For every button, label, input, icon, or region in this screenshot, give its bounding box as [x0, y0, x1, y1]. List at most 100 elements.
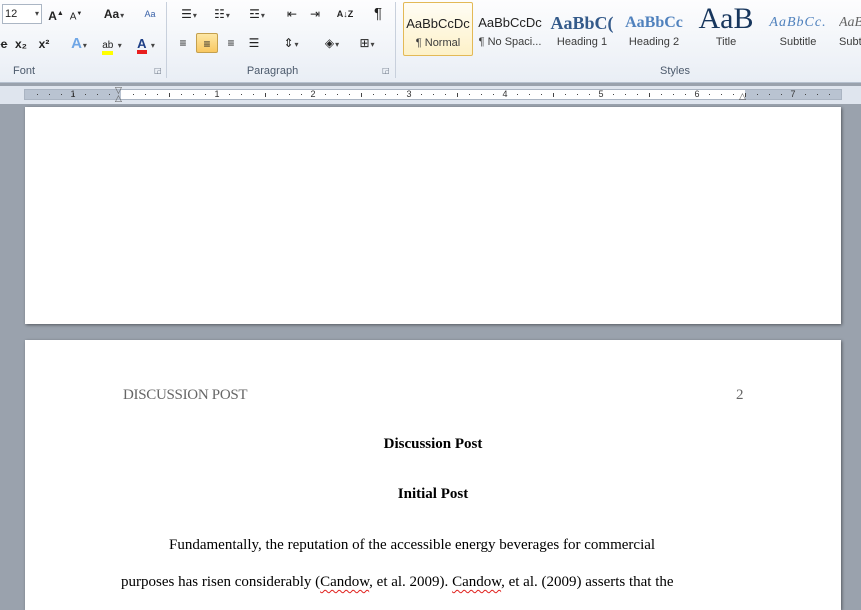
ruler-dot	[637, 94, 638, 95]
text-effects-button[interactable]: A	[66, 34, 92, 54]
highlight-icon: ab	[102, 40, 114, 55]
highlight-button[interactable]: ab	[97, 34, 127, 55]
ruler-strip: 1 1 2 3 4 5 6 7	[24, 89, 842, 100]
font-color-button[interactable]: A	[131, 34, 161, 54]
ruler-number: 1	[214, 89, 220, 99]
style-name: Heading 1	[556, 36, 608, 48]
group-divider	[166, 2, 167, 78]
decrease-indent-icon: ⇤	[286, 7, 298, 21]
borders-button[interactable]: ⊞	[352, 33, 382, 53]
paragraph-dialog-launcher-icon[interactable]: ◲	[382, 67, 390, 75]
style-name: Subtle	[839, 36, 861, 48]
change-case-icon: Aa	[103, 7, 120, 21]
shrink-font-button[interactable]: A▼	[68, 4, 84, 24]
ruler-tick	[649, 93, 650, 97]
align-right-button[interactable]: ≡	[221, 33, 241, 53]
ruler-dot	[529, 94, 530, 95]
strikethrough-button[interactable]: e	[0, 34, 10, 54]
justify-icon: ☰	[248, 36, 260, 50]
font-size-box[interactable]: 12 ▾	[2, 4, 42, 24]
ruler-dot	[445, 94, 446, 95]
style-normal[interactable]: AaBbCcDc ¶ Normal	[403, 2, 473, 56]
style-sample: AaBbCc.	[769, 15, 827, 30]
ruler-dot	[301, 94, 302, 95]
ruler-dot	[97, 94, 98, 95]
ruler-dot	[817, 94, 818, 95]
sort-button[interactable]: A↓Z	[334, 4, 356, 24]
ruler-number: 4	[502, 89, 508, 99]
hanging-indent-marker-icon[interactable]: △	[115, 94, 122, 103]
increase-indent-icon: ⇥	[309, 7, 321, 21]
ruler-dot	[481, 94, 482, 95]
superscript-button[interactable]: x²	[35, 34, 53, 54]
ruler-dot	[337, 94, 338, 95]
line-spacing-button[interactable]: ⇕	[277, 33, 305, 53]
ruler-dot	[661, 94, 662, 95]
ruler-dot	[541, 94, 542, 95]
style-subtle-emphasis[interactable]: AaB Subtle	[835, 2, 861, 56]
style-title[interactable]: AaB Title	[691, 2, 761, 56]
style-subtitle[interactable]: AaBbCc. Subtitle	[763, 2, 833, 56]
grow-font-icon: A	[48, 9, 57, 23]
ruler-dot	[433, 94, 434, 95]
spelling-error[interactable]: Candow	[452, 574, 501, 590]
style-name: Heading 2	[628, 36, 680, 48]
superscript-icon: x²	[38, 37, 50, 51]
subscript-button[interactable]: x₂	[12, 34, 30, 54]
paragraph-group-label: Paragraph	[246, 65, 299, 77]
bullets-button[interactable]: ☰	[175, 4, 203, 24]
multilevel-list-button[interactable]: ☲	[243, 4, 271, 24]
page-1-bottom[interactable]	[25, 107, 841, 324]
document-title: Discussion Post	[383, 436, 483, 452]
style-heading-1[interactable]: AaBbC( Heading 1	[547, 2, 617, 56]
style-name: ¶ No Spaci...	[478, 36, 542, 48]
align-right-icon: ≡	[227, 36, 235, 50]
align-center-button[interactable]: ≡	[196, 33, 218, 53]
grow-font-button[interactable]: A▲	[47, 4, 65, 24]
page-2[interactable]: DISCUSSION POST 2 Discussion Post Initia…	[25, 340, 841, 610]
style-no-spacing[interactable]: AaBbCcDc ¶ No Spaci...	[475, 2, 545, 56]
right-indent-marker-icon[interactable]: △	[739, 92, 746, 101]
shading-button[interactable]: ◈	[318, 33, 346, 53]
body-text: , et al. (2009) asserts that the	[501, 574, 674, 590]
font-dialog-launcher-icon[interactable]: ◲	[154, 67, 162, 75]
show-formatting-button[interactable]: ¶	[368, 4, 388, 24]
chevron-down-icon[interactable]: ▾	[35, 5, 39, 23]
ruler-tick	[457, 93, 458, 97]
ruler-dot	[613, 94, 614, 95]
multilevel-list-icon: ☲	[249, 7, 260, 21]
change-case-button[interactable]: Aa	[100, 4, 128, 24]
style-sample: AaBbCcDc	[406, 16, 470, 31]
ruler-tick	[553, 93, 554, 97]
spelling-error[interactable]: Candow	[320, 574, 369, 590]
numbering-icon: ☷	[214, 7, 225, 21]
clear-formatting-button[interactable]: Aa	[140, 4, 160, 24]
ruler-tick	[361, 93, 362, 97]
ruler-dot	[565, 94, 566, 95]
increase-indent-button[interactable]: ⇥	[305, 4, 325, 24]
ruler-dot	[421, 94, 422, 95]
ruler-dot	[277, 94, 278, 95]
font-size-value: 12	[5, 8, 18, 20]
body-text: , et al. 2009).	[369, 574, 453, 590]
style-name: ¶ Normal	[415, 37, 461, 49]
style-heading-2[interactable]: AaBbCc Heading 2	[619, 2, 689, 56]
ruler-dot	[469, 94, 470, 95]
ruler-dot	[157, 94, 158, 95]
horizontal-ruler[interactable]: 1 1 2 3 4 5 6 7 ▽ △ △	[0, 86, 861, 104]
align-left-button[interactable]: ≡	[173, 33, 193, 53]
ruler-dot	[709, 94, 710, 95]
style-sample: AaB	[839, 15, 861, 30]
text-effects-icon: A	[71, 35, 82, 52]
ruler-dot	[37, 94, 38, 95]
ruler-dot	[205, 94, 206, 95]
body-text: purposes has risen considerably (	[121, 574, 321, 590]
paint-bucket-icon: ◈	[324, 36, 335, 50]
body-line: purposes has risen considerably (Candow,…	[121, 574, 674, 591]
numbering-button[interactable]: ☷	[208, 4, 236, 24]
style-sample: AaBbCcDc	[478, 15, 542, 30]
justify-button[interactable]: ☰	[244, 33, 264, 53]
decrease-indent-button[interactable]: ⇤	[282, 4, 302, 24]
subscript-icon: x₂	[14, 37, 27, 51]
ruler-dot	[49, 94, 50, 95]
